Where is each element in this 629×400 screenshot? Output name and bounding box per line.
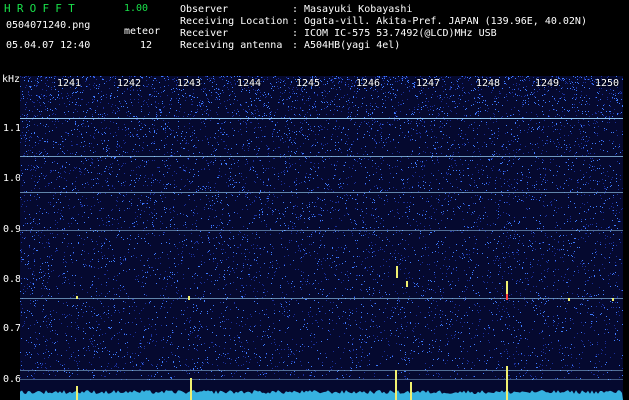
meteor-echo — [506, 281, 508, 295]
meteor-echo — [568, 298, 570, 301]
spectrogram-display — [20, 76, 623, 400]
meteor-count: 12 — [140, 40, 153, 51]
meteor-echo — [396, 266, 398, 278]
time-label: 1250 — [595, 78, 620, 89]
info-row-receiver: Receiver: ICOM IC-575 53.7492(@LCD)MHz US… — [180, 28, 497, 39]
spectrogram-background — [20, 76, 623, 400]
file-name: 0504071240.png — [6, 20, 91, 31]
time-label: 1243 — [177, 78, 202, 89]
baseline-spike — [76, 386, 78, 400]
info-label: Receiver — [180, 28, 229, 39]
time-label: 1245 — [296, 78, 321, 89]
carrier-line — [20, 230, 623, 231]
info-label: Observer — [180, 4, 229, 15]
spectrogram-canvas — [20, 76, 623, 400]
y-tick-label: 0.7 — [3, 323, 22, 334]
baseline-spike — [395, 370, 397, 400]
meteor-echo — [406, 281, 408, 287]
time-label: 1244 — [237, 78, 262, 89]
info-row-antenna: Receiving antenna: A504HB(yagi 4el) — [180, 40, 401, 51]
y-tick-label: 0.6 — [3, 374, 22, 385]
time-label: 1249 — [535, 78, 560, 89]
time-label: 1242 — [117, 78, 142, 89]
time-label: 1241 — [57, 78, 82, 89]
frequency-unit-label: kHz — [2, 74, 21, 85]
carrier-line — [20, 379, 623, 380]
app-title: HROFFT — [4, 2, 81, 15]
info-row-location: Receiving Location: Ogata-vill. Akita-Pre… — [180, 16, 587, 27]
meteor-echo — [612, 298, 614, 301]
file-datetime: 05.04.07 12:40 — [6, 40, 91, 51]
carrier-line — [20, 370, 623, 371]
y-tick-label: 1.1 — [3, 123, 22, 134]
info-value: Ogata-vill. Akita-Pref. JAPAN (139.96E, … — [304, 16, 587, 27]
info-value: ICOM IC-575 53.7492(@LCD)MHz USB — [304, 28, 497, 39]
info-label: Receiving antenna — [180, 40, 283, 51]
carrier-line — [20, 118, 623, 119]
app-version: 1.00 — [124, 3, 149, 14]
meteor-echo — [76, 296, 78, 299]
time-label: 1248 — [476, 78, 501, 89]
info-label: Receiving Location — [180, 16, 289, 27]
baseline-spike — [506, 366, 508, 400]
carrier-line — [20, 156, 623, 157]
y-tick-label: 0.8 — [3, 274, 22, 285]
time-label: 1246 — [356, 78, 381, 89]
y-tick-label: 1.0 — [3, 173, 22, 184]
carrier-line — [20, 192, 623, 193]
info-value: Masayuki Kobayashi — [304, 4, 413, 15]
carrier-line — [20, 298, 623, 299]
info-row-observer: Observer: Masayuki Kobayashi — [180, 4, 413, 15]
time-label: 1247 — [416, 78, 441, 89]
y-tick-label: 0.9 — [3, 224, 22, 235]
info-value: A504HB(yagi 4el) — [304, 40, 401, 51]
baseline-spike — [190, 378, 192, 400]
baseline-spike — [410, 382, 412, 400]
meteor-echo-core — [506, 294, 508, 300]
meteor-echo — [188, 296, 190, 300]
meteor-label: meteor — [124, 26, 161, 37]
